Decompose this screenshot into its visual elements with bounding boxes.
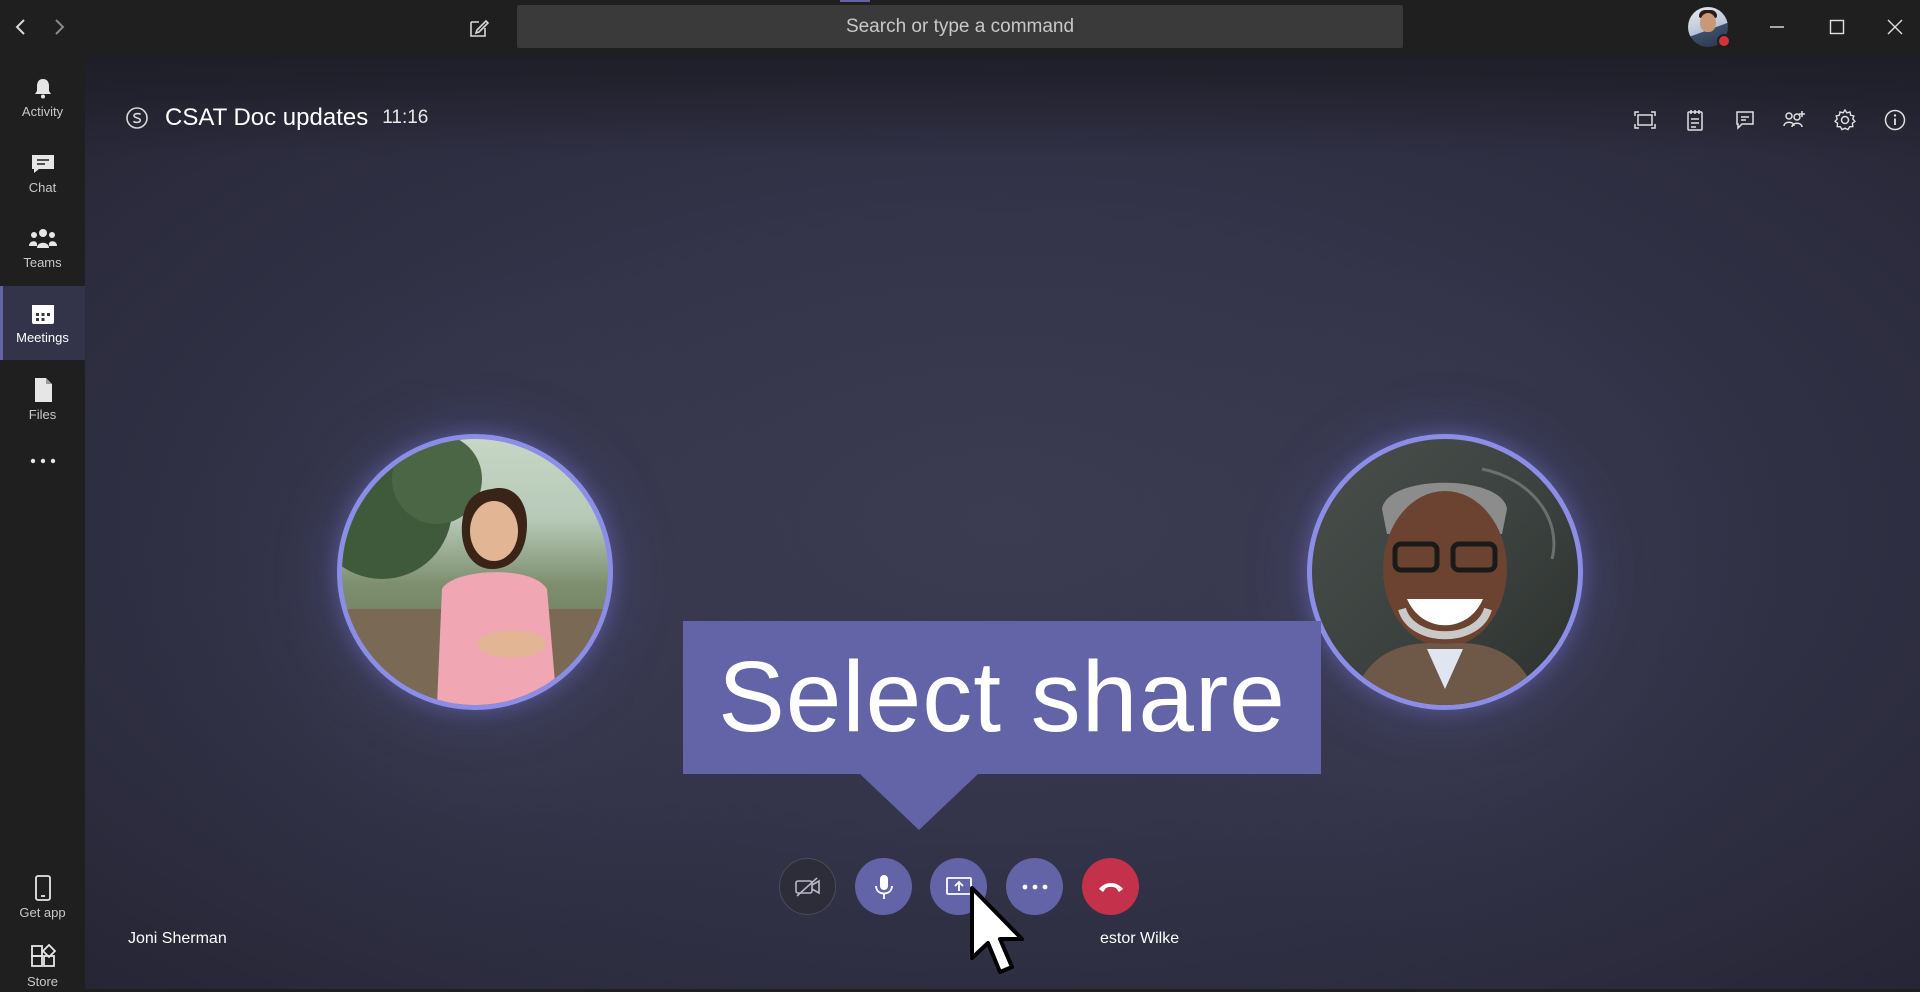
avatar-face (1700, 13, 1716, 32)
hang-up-button[interactable] (1082, 858, 1139, 915)
rail-item-chat[interactable]: Chat (0, 136, 85, 210)
video-off-icon (794, 876, 820, 897)
participant-photo (342, 439, 608, 705)
rail-item-more[interactable] (0, 438, 85, 488)
meeting-stage: CSAT Doc updates 11:16 Joni Sherman esto… (85, 56, 1920, 989)
rail-item-label: Activity (21, 103, 64, 119)
participant-name-nestor: estor Wilke (1100, 930, 1180, 947)
file-icon (34, 377, 52, 402)
more-icon (30, 458, 55, 464)
maximize-button[interactable] (1815, 6, 1859, 48)
show-participants-button[interactable] (1770, 104, 1820, 136)
hang-up-icon (1098, 882, 1123, 892)
participant-avatar-joni (337, 434, 613, 710)
phone-icon (34, 874, 51, 901)
rail-item-store[interactable]: Store (0, 936, 85, 992)
meeting-info-button[interactable] (1870, 104, 1920, 136)
add-people-icon (1783, 111, 1805, 128)
search-placeholder: Search or type a command (845, 15, 1075, 37)
rail-item-meetings[interactable]: Meetings (0, 286, 85, 360)
info-icon (1884, 109, 1906, 131)
forward-button[interactable] (44, 12, 74, 42)
participant-avatar-nestor (1307, 434, 1583, 710)
rail-item-label: Chat (28, 179, 57, 195)
presence-status-badge (1717, 34, 1731, 48)
participant-photo (1352, 467, 1556, 705)
callout-pointer (860, 774, 978, 830)
callout-text: Select share (718, 641, 1286, 753)
meeting-timer: 11:16 (382, 107, 429, 128)
full-screen-button[interactable] (1620, 104, 1670, 136)
title-bar: Search or type a command (0, 0, 1920, 56)
back-button[interactable] (6, 12, 36, 42)
mouse-cursor-icon (970, 886, 1024, 974)
rail-item-label: Meetings (16, 329, 69, 345)
new-chat-button[interactable] (462, 12, 496, 44)
rail-item-teams[interactable]: Teams (0, 211, 85, 285)
skype-icon (126, 107, 148, 129)
meeting-title: CSAT Doc updates (165, 104, 369, 131)
rail-item-label: Teams (23, 254, 62, 270)
chat-bubble-icon (1736, 111, 1754, 130)
tutorial-callout: Select share (683, 621, 1321, 774)
app-rail: Activity Chat Teams Meetings Files Get a… (0, 56, 85, 989)
teams-icon (28, 228, 57, 248)
maximize-icon (1829, 19, 1845, 35)
search-accent-line (840, 0, 870, 2)
minimize-icon (1770, 26, 1784, 28)
close-button[interactable] (1873, 6, 1917, 48)
bell-icon (34, 78, 51, 98)
meeting-header: CSAT Doc updates 11:16 (125, 104, 428, 132)
minimize-button[interactable] (1755, 6, 1799, 48)
chevron-right-icon (55, 19, 65, 35)
meeting-toolbar (1620, 104, 1920, 136)
calendar-icon (31, 304, 54, 324)
store-icon (30, 944, 56, 967)
conversation-button[interactable] (1720, 104, 1770, 136)
full-screen-icon (1634, 111, 1656, 129)
rail-item-get-app[interactable]: Get app (0, 860, 85, 934)
rail-item-label: Store (26, 974, 59, 989)
rail-item-label: Get app (19, 904, 66, 920)
participant-name-joni: Joni Sherman (128, 930, 227, 947)
mic-icon (874, 874, 893, 899)
rail-item-activity[interactable]: Activity (0, 60, 85, 134)
gear-icon (1834, 109, 1856, 131)
meeting-notes-button[interactable] (1670, 104, 1720, 136)
chevron-left-icon (15, 19, 25, 35)
rail-item-label: Files (28, 406, 57, 422)
rail-item-files[interactable]: Files (0, 362, 85, 436)
chat-icon (31, 154, 54, 173)
camera-toggle-button[interactable] (779, 858, 836, 915)
notes-icon (1687, 110, 1703, 131)
compose-icon (470, 19, 490, 37)
close-icon (1887, 19, 1903, 35)
share-screen-icon (945, 876, 972, 895)
device-settings-button[interactable] (1820, 104, 1870, 136)
search-input[interactable]: Search or type a command (517, 5, 1403, 48)
mute-button[interactable] (855, 858, 912, 915)
